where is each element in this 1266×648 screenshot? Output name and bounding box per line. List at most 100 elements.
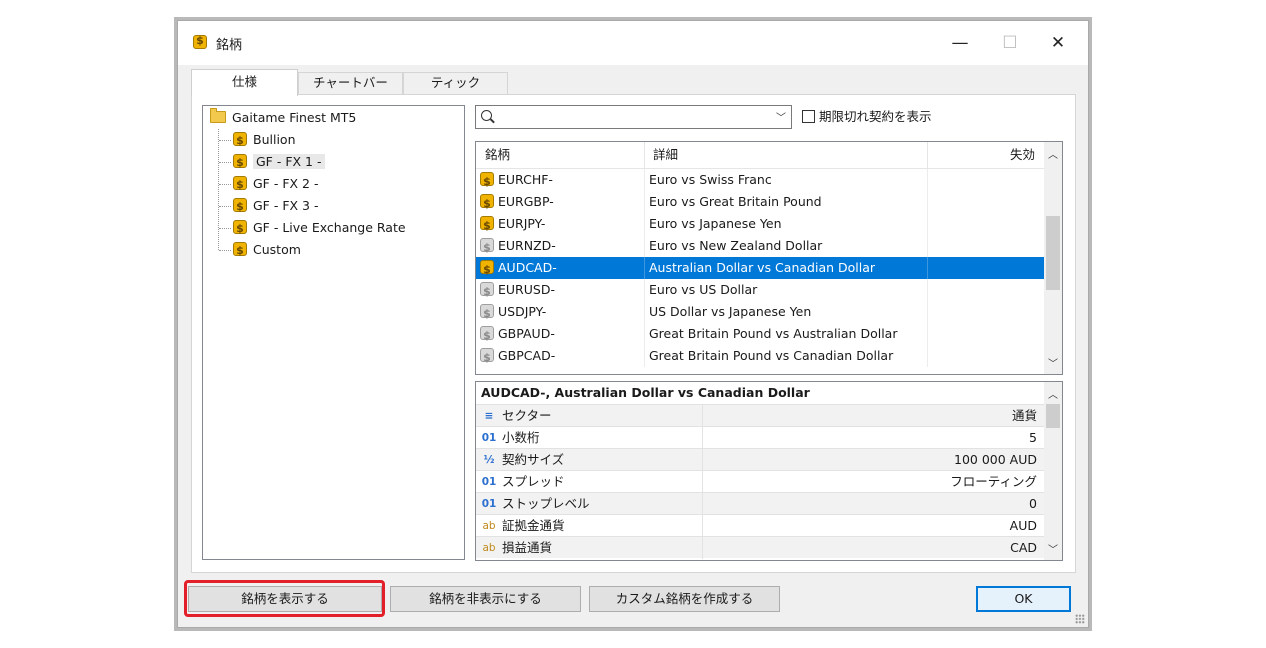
symbol-name: EURUSD- — [498, 282, 555, 297]
property-row[interactable]: 01 スプレッド フローティング — [476, 470, 1044, 493]
property-value: 100 000 AUD — [954, 452, 1037, 467]
symbol-coin-icon — [480, 171, 494, 193]
property-row[interactable]: ab 証拠金通貨 AUD — [476, 514, 1044, 537]
symbol-coin-icon — [233, 175, 247, 195]
symbol-name: EURJPY- — [498, 216, 546, 231]
search-icon — [481, 110, 492, 121]
tree-item-gf-fx3[interactable]: GF - FX 3 - — [233, 196, 319, 217]
tree-item-gf-fx2[interactable]: GF - FX 2 - — [233, 174, 319, 195]
close-button[interactable]: ✕ — [1038, 29, 1078, 57]
property-value: 5 — [1029, 430, 1037, 445]
symbol-coin-icon — [233, 219, 247, 239]
scrollbar-thumb[interactable] — [1046, 216, 1060, 290]
tree-item-bullion[interactable]: Bullion — [233, 130, 296, 151]
tree-item-gf-fx1[interactable]: GF - FX 1 - — [233, 152, 325, 173]
property-value: フローティング — [950, 474, 1037, 489]
symbol-table[interactable]: 銘柄 詳細 失効 EURCHF- Euro vs Swiss Franc EURGB… — [475, 141, 1063, 375]
symbol-name: USDJPY- — [498, 304, 547, 319]
table-row[interactable]: AUDCAD- Australian Dollar vs Canadian Dol… — [476, 257, 1044, 281]
table-row[interactable]: USDJPY- US Dollar vs Japanese Yen — [476, 301, 1044, 325]
description-cell: US Dollar vs Japanese Yen — [649, 304, 812, 319]
tree-item-label: Bullion — [253, 132, 296, 147]
property-label: 契約サイズ — [502, 452, 565, 467]
show-expired-option[interactable]: 期限切れ契約を表示 — [802, 108, 932, 126]
symbol-coin-icon — [193, 34, 207, 49]
folder-icon — [210, 108, 226, 123]
symbol-name: EURCHF- — [498, 172, 553, 187]
tree-item-label: GF - Live Exchange Rate — [253, 220, 406, 235]
symbol-tree[interactable]: Gaitame Finest MT5 Bullion GF - FX 1 - G… — [202, 105, 465, 560]
symbol-cell: GBPAUD- — [480, 323, 555, 347]
symbol-search-input[interactable]: ﹀ — [475, 105, 792, 129]
scroll-down-icon[interactable]: ﹀ — [1044, 355, 1062, 370]
properties-scrollbar[interactable]: ︿ ﹀ — [1044, 382, 1062, 560]
property-type-icon: ½ — [483, 454, 495, 466]
symbol-name: GBPCAD- — [498, 348, 556, 363]
property-row[interactable]: 01 ストップレベル 0 — [476, 492, 1044, 515]
property-row[interactable]: ≡ セクター 通貨 — [476, 404, 1044, 427]
table-row[interactable]: EURCHF- Euro vs Swiss Franc — [476, 169, 1044, 193]
description-cell: Euro vs Swiss Franc — [649, 172, 772, 187]
col-header-symbol[interactable]: 銘柄 — [485, 142, 510, 168]
symbol-cell: GBPCAD- — [480, 345, 556, 369]
symbol-name: GBPAUD- — [498, 326, 555, 341]
symbol-coin-icon — [480, 325, 494, 347]
scrollbar-thumb[interactable] — [1046, 404, 1060, 428]
table-scrollbar[interactable]: ︿ ﹀ — [1044, 142, 1062, 374]
symbol-coin-icon — [480, 259, 494, 281]
tab-spec[interactable]: 仕様 — [191, 69, 298, 96]
property-row[interactable]: ab 損益通貨 CAD — [476, 536, 1044, 559]
tab-chart-bars[interactable]: チャートバー — [298, 72, 403, 94]
property-value: 通貨 — [1011, 408, 1037, 423]
table-row[interactable]: EURJPY- Euro vs Japanese Yen — [476, 213, 1044, 237]
tree-line — [218, 129, 219, 250]
table-row[interactable]: EURGBP- Euro vs Great Britain Pound — [476, 191, 1044, 215]
chevron-down-icon[interactable]: ﹀ — [776, 109, 786, 124]
symbol-cell: EURJPY- — [480, 213, 546, 237]
symbol-coin-icon — [233, 153, 247, 173]
title-bar[interactable]: 銘柄 — ☐ ✕ — [178, 21, 1088, 65]
hide-symbol-button[interactable]: 銘柄を非表示にする — [390, 586, 581, 612]
table-row[interactable]: EURNZD- Euro vs New Zealand Dollar — [476, 235, 1044, 259]
maximize-button[interactable]: ☐ — [990, 29, 1030, 57]
property-row[interactable]: ½ 契約サイズ 100 000 AUD — [476, 448, 1044, 471]
tree-item-live-exchange-rate[interactable]: GF - Live Exchange Rate — [233, 218, 406, 239]
highlight-frame — [184, 580, 385, 617]
symbol-cell: EURCHF- — [480, 169, 553, 193]
scroll-up-icon[interactable]: ︿ — [1044, 386, 1062, 401]
resize-grip-icon[interactable] — [1075, 614, 1085, 624]
create-custom-symbol-button[interactable]: カスタム銘柄を作成する — [589, 586, 780, 612]
scroll-up-icon[interactable]: ︿ — [1044, 146, 1062, 161]
property-value: 0 — [1029, 496, 1037, 511]
col-header-expiration[interactable]: 失効 — [1010, 142, 1035, 168]
symbol-coin-icon — [480, 193, 494, 215]
symbol-coin-icon — [480, 237, 494, 259]
property-value: AUD — [1009, 518, 1037, 533]
table-header: 銘柄 詳細 失効 — [476, 142, 1044, 169]
symbols-dialog: 銘柄 — ☐ ✕ 仕様 チャートバー ティック Gaitame Finest M… — [177, 20, 1089, 628]
tree-root[interactable]: Gaitame Finest MT5 — [210, 108, 356, 128]
tab-ticks[interactable]: ティック — [403, 72, 508, 94]
symbol-properties: AUDCAD-, Australian Dollar vs Canadian D… — [475, 381, 1063, 561]
tree-item-label: Custom — [253, 242, 301, 257]
minimize-button[interactable]: — — [940, 29, 980, 57]
symbol-cell: AUDCAD- — [480, 257, 557, 281]
symbol-coin-icon — [480, 347, 494, 369]
description-cell: Euro vs US Dollar — [649, 282, 758, 297]
symbol-cell: EURNZD- — [480, 235, 556, 259]
description-cell: Great Britain Pound vs Canadian Dollar — [649, 348, 894, 363]
col-header-description[interactable]: 詳細 — [653, 142, 678, 168]
show-expired-label: 期限切れ契約を表示 — [819, 109, 932, 124]
table-row[interactable]: EURUSD- Euro vs US Dollar — [476, 279, 1044, 303]
property-row[interactable]: 01 小数桁 5 — [476, 426, 1044, 449]
ok-button[interactable]: OK — [976, 586, 1071, 612]
property-type-icon: ab — [482, 520, 496, 532]
scroll-down-icon[interactable]: ﹀ — [1044, 541, 1062, 556]
table-row[interactable]: GBPCAD- Great Britain Pound vs Canadian D… — [476, 345, 1044, 369]
tree-item-custom[interactable]: Custom — [233, 240, 301, 261]
table-row[interactable]: GBPAUD- Great Britain Pound vs Australian… — [476, 323, 1044, 347]
show-expired-checkbox[interactable] — [802, 110, 815, 123]
symbol-coin-icon — [233, 131, 247, 151]
symbol-name: AUDCAD- — [498, 260, 557, 275]
property-label: ストップレベル — [502, 496, 590, 511]
